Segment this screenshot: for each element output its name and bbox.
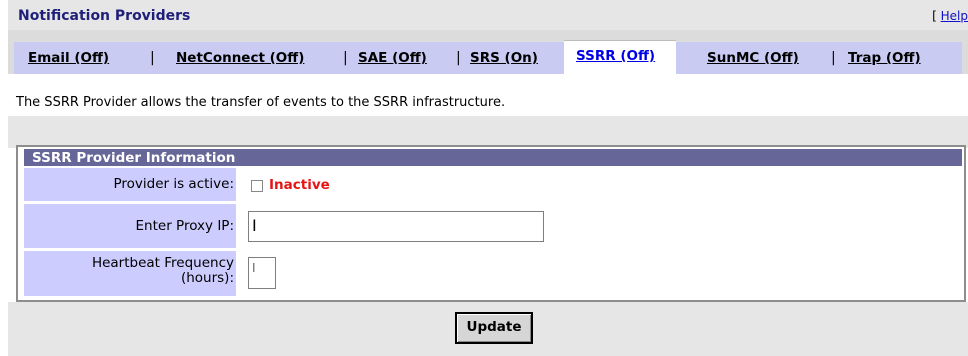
- provider-active-checkbox[interactable]: [251, 180, 263, 192]
- active-status: Inactive: [269, 177, 330, 193]
- tab-separator: |: [456, 50, 461, 66]
- proxy-row-label: Enter Proxy IP:: [24, 204, 236, 248]
- page-header: Notification Providers [ Help: [8, 0, 968, 30]
- spacer: [8, 74, 968, 86]
- description-text: The SSRR Provider allows the transfer of…: [16, 95, 506, 110]
- heartbeat-label-line1: Heartbeat Frequency: [91, 255, 234, 271]
- active-row-label: Provider is active:: [24, 168, 236, 201]
- tab-srs[interactable]: SRS (On): [470, 50, 538, 66]
- help-link[interactable]: Help: [941, 9, 968, 23]
- help-open-bracket: [: [932, 9, 941, 23]
- tab-separator: |: [150, 50, 155, 66]
- panel-title-text: SSRR Provider Information: [32, 150, 236, 166]
- heartbeat-label-line2: (hours):: [180, 270, 234, 286]
- proxy-ip-input[interactable]: I: [248, 211, 544, 242]
- tab-trap[interactable]: Trap (Off): [848, 50, 921, 66]
- provider-description: The SSRR Provider allows the transfer of…: [8, 90, 968, 116]
- heartbeat-frequency-input[interactable]: I: [248, 257, 276, 289]
- page-title: Notification Providers: [18, 8, 191, 24]
- footer: Update: [8, 302, 968, 356]
- heartbeat-row-label: Heartbeat Frequency (hours):: [24, 251, 236, 296]
- tab-separator: |: [343, 50, 348, 66]
- proxy-label: Enter Proxy IP:: [135, 218, 234, 234]
- tab-separator: |: [831, 50, 836, 66]
- heartbeat-label: Heartbeat Frequency (hours):: [92, 256, 234, 286]
- update-button[interactable]: Update: [455, 312, 533, 344]
- ssrr-provider-panel: SSRR Provider Information Provider is ac…: [16, 145, 966, 302]
- active-label: Provider is active:: [113, 176, 234, 192]
- panel-title: SSRR Provider Information: [24, 149, 962, 166]
- text-cursor-icon: I: [252, 261, 256, 275]
- spacer-band: [8, 116, 968, 148]
- tab-ssrr[interactable]: SSRR (Off): [576, 48, 655, 64]
- tab-sae[interactable]: SAE (Off): [358, 50, 427, 66]
- help-link-container: [ Help: [932, 9, 968, 23]
- tab-netconnect[interactable]: NetConnect (Off): [176, 50, 304, 66]
- text-cursor-icon: I: [252, 216, 257, 235]
- tab-sunmc[interactable]: SunMC (Off): [707, 50, 799, 66]
- tab-email[interactable]: Email (Off): [28, 50, 109, 66]
- provider-tabs: Email (Off) | NetConnect (Off) | SAE (Of…: [8, 30, 968, 77]
